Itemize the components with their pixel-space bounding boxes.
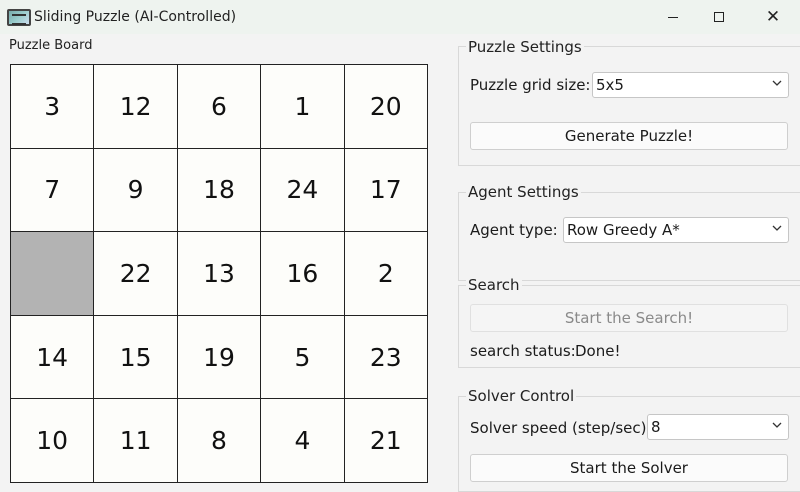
puzzle-tile[interactable]: 4 (261, 399, 344, 482)
grid-size-select[interactable]: 5x5 (592, 72, 789, 98)
maximize-button[interactable] (696, 0, 742, 34)
close-button[interactable]: ✕ (750, 0, 796, 34)
solver-speed-select[interactable]: 8 (647, 414, 789, 440)
chevron-down-icon (772, 225, 782, 231)
puzzle-board: 3 12 6 1 20 7 9 18 24 17 22 13 16 2 14 15 19 5 23 10 11 8 4 21 (10, 64, 428, 483)
app-icon (7, 9, 31, 26)
puzzle-tile[interactable]: 5 (261, 315, 344, 399)
agent-type-select[interactable]: Row Greedy A* (563, 217, 789, 243)
minimize-icon (668, 16, 678, 18)
puzzle-tile[interactable]: 17 (344, 148, 427, 232)
generate-puzzle-button[interactable]: Generate Puzzle! (470, 122, 788, 150)
puzzle-board-label: Puzzle Board (9, 38, 93, 53)
puzzle-tile[interactable]: 18 (177, 148, 261, 232)
search-title: Search (466, 276, 522, 294)
puzzle-tile[interactable]: 23 (344, 315, 427, 399)
puzzle-tile[interactable]: 1 (261, 65, 344, 148)
puzzle-settings-title: Puzzle Settings (466, 38, 584, 56)
puzzle-tile[interactable]: 3 (11, 65, 94, 148)
agent-type-label: Agent type: (470, 221, 558, 239)
puzzle-tile[interactable]: 13 (177, 232, 261, 315)
minimize-button[interactable] (650, 0, 696, 34)
solver-speed-label: Solver speed (step/sec): (470, 419, 652, 437)
puzzle-tile[interactable]: 7 (11, 148, 94, 232)
puzzle-tile[interactable]: 15 (94, 315, 177, 399)
chevron-down-icon (772, 80, 782, 86)
puzzle-tile[interactable]: 14 (11, 315, 94, 399)
chevron-down-icon (772, 422, 782, 428)
start-solver-button[interactable]: Start the Solver (470, 454, 788, 482)
close-icon: ✕ (765, 6, 781, 27)
grid-size-value: 5x5 (596, 76, 624, 94)
puzzle-tile[interactable]: 8 (177, 399, 261, 482)
puzzle-tile[interactable]: 16 (261, 232, 344, 315)
puzzle-tile[interactable]: 2 (344, 232, 427, 315)
puzzle-tile[interactable]: 9 (94, 148, 177, 232)
agent-settings-title: Agent Settings (466, 183, 581, 201)
puzzle-tile[interactable]: 12 (94, 65, 177, 148)
maximize-icon (714, 12, 724, 22)
puzzle-tile[interactable]: 20 (344, 65, 427, 148)
window-title: Sliding Puzzle (AI-Controlled) (34, 9, 237, 25)
puzzle-tile[interactable]: 24 (261, 148, 344, 232)
grid-size-label: Puzzle grid size: (470, 76, 591, 94)
solver-speed-value: 8 (651, 418, 661, 436)
puzzle-tile[interactable]: 11 (94, 399, 177, 482)
puzzle-tile[interactable]: 22 (94, 232, 177, 315)
search-status-value: Done! (575, 342, 621, 360)
puzzle-tile[interactable]: 21 (344, 399, 427, 482)
solver-control-title: Solver Control (466, 387, 577, 405)
search-status-label: search status: (470, 342, 576, 360)
start-search-button[interactable]: Start the Search! (470, 304, 788, 332)
main-content: Puzzle Board 3 12 6 1 20 7 9 18 24 17 22 13 16 2 14 15 1… (0, 34, 800, 492)
puzzle-tile[interactable]: 19 (177, 315, 261, 399)
title-bar: Sliding Puzzle (AI-Controlled) ✕ (0, 0, 800, 34)
blank-tile[interactable] (11, 232, 94, 315)
puzzle-tile[interactable]: 10 (11, 399, 94, 482)
agent-type-value: Row Greedy A* (567, 221, 680, 239)
puzzle-tile[interactable]: 6 (177, 65, 261, 148)
